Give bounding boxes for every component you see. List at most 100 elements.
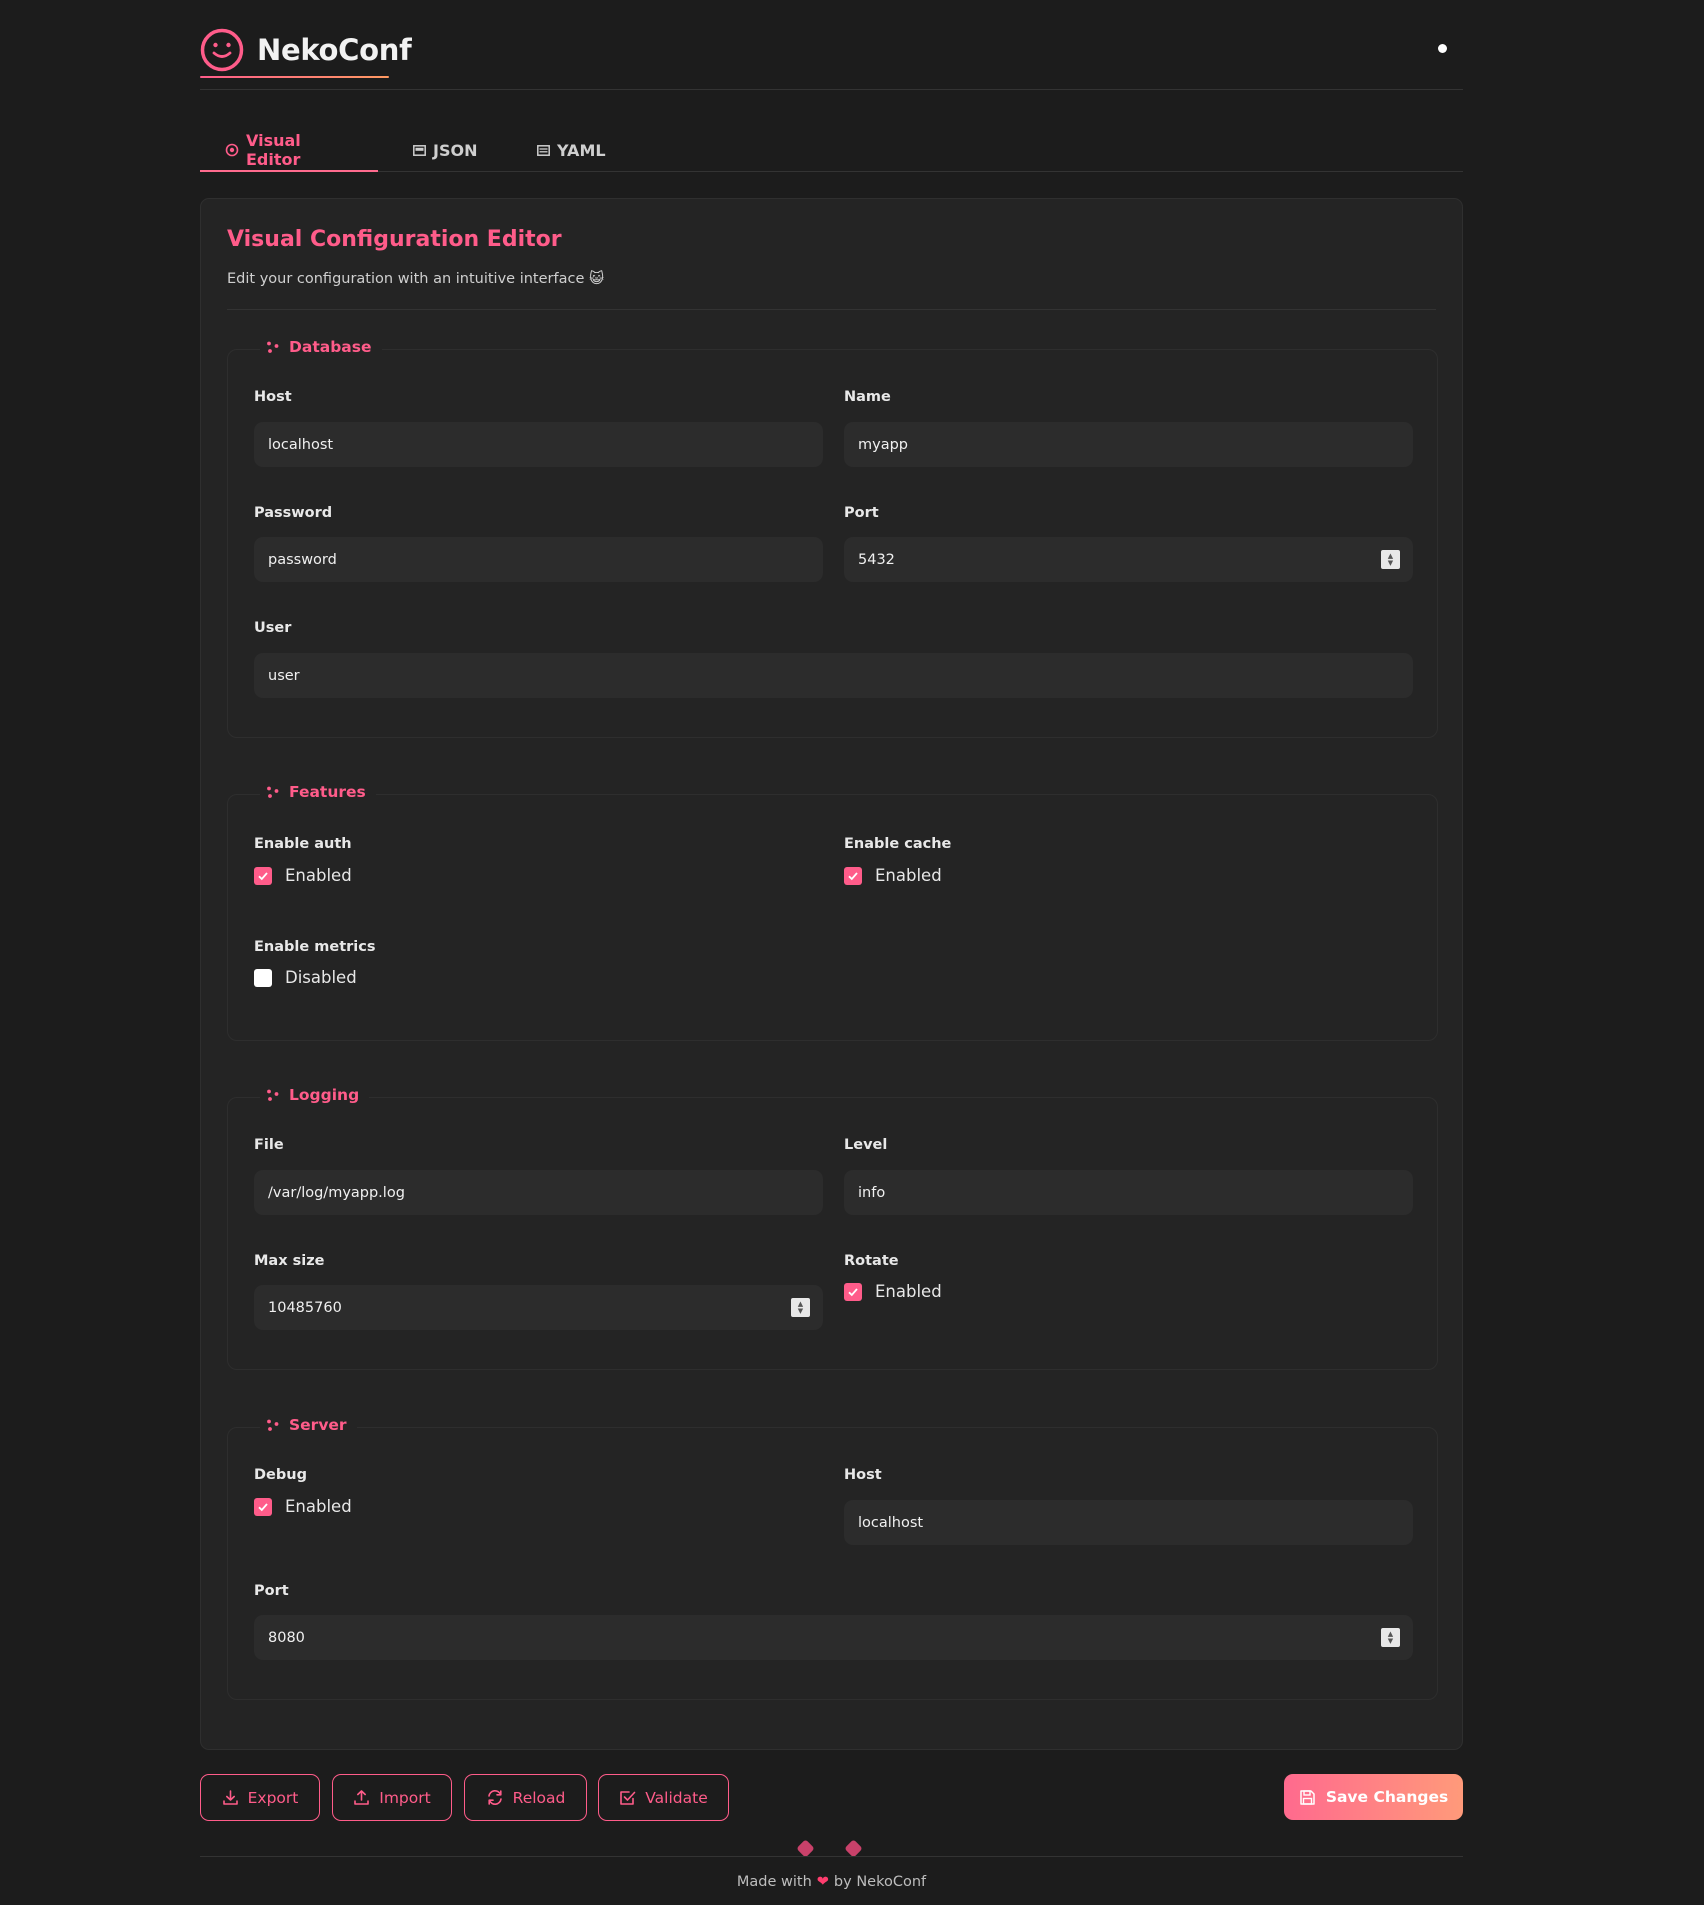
field-log-file: File	[254, 1137, 823, 1217]
checkbox-checked-icon[interactable]	[844, 866, 862, 885]
reload-button[interactable]: Reload	[464, 1774, 587, 1821]
field-label: Rotate	[844, 1253, 899, 1269]
server-port-input[interactable]	[254, 1615, 1413, 1660]
import-button[interactable]: Import	[332, 1774, 452, 1821]
export-button[interactable]: Export	[200, 1774, 320, 1821]
field-label: User	[254, 620, 292, 636]
editor-tabs: Visual Editor JSON YAML	[200, 129, 1463, 172]
button-label: Import	[379, 1788, 431, 1807]
log-file-input[interactable]	[254, 1170, 823, 1215]
field-enable-metrics: Enable metrics Disabled	[254, 939, 823, 999]
document-icon	[537, 145, 550, 156]
db-password-input[interactable]	[254, 537, 823, 582]
field-db-name: Name	[844, 389, 1413, 469]
sparkle-dots-icon	[266, 340, 280, 354]
tab-yaml[interactable]: YAML	[537, 129, 631, 172]
enable-metrics-checkbox[interactable]: Disabled	[254, 968, 357, 987]
theme-toggle-dot[interactable]	[1438, 44, 1447, 53]
checkbox-checked-icon[interactable]	[254, 1497, 272, 1516]
brand-underline	[200, 76, 389, 78]
log-rotate-checkbox[interactable]: Enabled	[844, 1282, 942, 1301]
check-square-icon	[619, 1789, 636, 1806]
db-host-input[interactable]	[254, 422, 823, 467]
paw-decoration-icon	[796, 1839, 815, 1858]
tab-label: JSON	[433, 141, 478, 160]
field-label: Host	[254, 389, 292, 405]
tab-visual-editor[interactable]: Visual Editor	[200, 129, 378, 172]
field-db-port: Port ▲▼	[844, 505, 1413, 585]
db-port-input[interactable]	[844, 537, 1413, 582]
spinner-arrows-icon[interactable]: ▲ ▼	[1381, 550, 1400, 569]
checkbox-unchecked-icon[interactable]	[254, 968, 272, 987]
section-title: Server	[289, 1416, 347, 1434]
checkbox-checked-icon[interactable]	[844, 1282, 862, 1301]
db-user-input[interactable]	[254, 653, 1413, 698]
visual-editor-card: Visual Configuration Editor Edit your co…	[200, 198, 1463, 1750]
section-title: Logging	[289, 1086, 360, 1104]
refresh-icon	[486, 1789, 504, 1806]
tab-json[interactable]: JSON	[378, 129, 537, 172]
log-max-size-input[interactable]	[254, 1285, 823, 1330]
checkbox-checked-icon[interactable]	[254, 866, 272, 885]
save-icon	[1299, 1789, 1316, 1806]
brand-name: NekoConf	[257, 33, 412, 67]
sparkle-dots-icon	[266, 1418, 280, 1432]
checkbox-label: Disabled	[285, 968, 357, 987]
field-server-port: Port ▲▼	[254, 1583, 1413, 1663]
footer-by: by NekoConf	[833, 1874, 927, 1890]
divider	[227, 309, 1436, 310]
field-db-user: User	[254, 620, 1413, 700]
upload-icon	[353, 1789, 370, 1806]
field-log-max-size: Max size ▲▼	[254, 1253, 823, 1333]
field-log-rotate: Rotate Enabled	[844, 1253, 1413, 1313]
download-icon	[222, 1789, 239, 1806]
brand[interactable]: NekoConf	[200, 28, 412, 72]
save-changes-button[interactable]: Save Changes	[1284, 1774, 1463, 1820]
enable-cache-checkbox[interactable]: Enabled	[844, 866, 942, 885]
field-label: Max size	[254, 1253, 325, 1269]
spinner-arrows-icon[interactable]: ▲ ▼	[1381, 1628, 1400, 1647]
checkbox-label: Enabled	[285, 1497, 352, 1516]
field-enable-auth: Enable auth Enabled	[254, 836, 823, 896]
db-name-input[interactable]	[844, 422, 1413, 467]
sparkle-dots-icon	[266, 785, 280, 799]
server-debug-checkbox[interactable]: Enabled	[254, 1497, 352, 1516]
server-host-input[interactable]	[844, 1500, 1413, 1545]
header: NekoConf	[200, 0, 1463, 90]
editor-title: Visual Configuration Editor	[227, 227, 562, 252]
editor-subtitle: Edit your configuration with an intuitiv…	[227, 271, 605, 287]
footer-credit: Made with ❤ by NekoConf	[200, 1874, 1463, 1890]
section-features: Features Enable auth Enabled Enable cach…	[227, 783, 1438, 1041]
field-server-debug: Debug Enabled	[254, 1467, 823, 1527]
heart-icon: ❤	[816, 1874, 829, 1890]
enable-auth-checkbox[interactable]: Enabled	[254, 866, 352, 885]
app-container: NekoConf Visual Editor JSON YAML Visual …	[200, 0, 1463, 1890]
field-label: Enable cache	[844, 836, 952, 852]
field-label: Port	[254, 1583, 289, 1599]
field-label: Port	[844, 505, 879, 521]
validate-button[interactable]: Validate	[598, 1774, 729, 1821]
section-legend: Server	[260, 1416, 357, 1434]
paw-decoration-icon	[844, 1839, 863, 1858]
field-label: Debug	[254, 1467, 307, 1483]
spinner-arrows-icon[interactable]: ▲ ▼	[791, 1298, 810, 1317]
footer-divider	[200, 1856, 1463, 1857]
field-label: Enable metrics	[254, 939, 376, 955]
field-label: Host	[844, 1467, 882, 1483]
log-level-input[interactable]	[844, 1170, 1413, 1215]
field-db-password: Password	[254, 505, 823, 585]
button-label: Validate	[645, 1788, 708, 1807]
checkbox-label: Enabled	[285, 866, 352, 885]
checkbox-label: Enabled	[875, 1282, 942, 1301]
sparkle-dots-icon	[266, 1088, 280, 1102]
field-enable-cache: Enable cache Enabled	[844, 836, 1413, 896]
section-server: Server Debug Enabled Host Port ▲▼	[227, 1416, 1438, 1700]
field-label: Enable auth	[254, 836, 352, 852]
section-legend: Logging	[260, 1086, 370, 1104]
field-label: Password	[254, 505, 333, 521]
button-label: Save Changes	[1325, 1788, 1449, 1806]
field-log-level: Level	[844, 1137, 1413, 1217]
button-label: Reload	[512, 1788, 566, 1807]
field-db-host: Host	[254, 389, 823, 469]
field-label: Level	[844, 1137, 888, 1153]
